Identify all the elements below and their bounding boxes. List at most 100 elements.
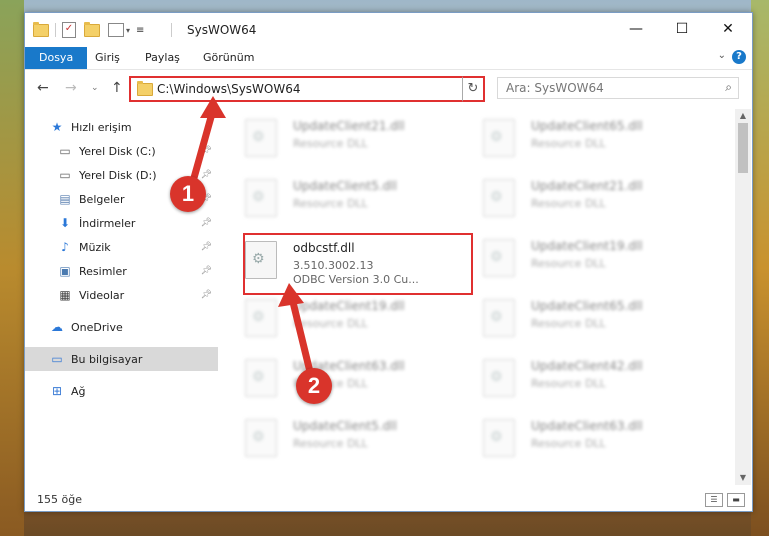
pin-icon[interactable]: 📌︎: [201, 242, 212, 252]
sidebar-item-this-pc[interactable]: ▭ Bu bilgisayar: [25, 347, 218, 371]
pin-icon[interactable]: 📌︎: [201, 146, 212, 156]
file-tile[interactable]: UpdateClient5.dll Resource DLL: [221, 413, 451, 465]
file-tile[interactable]: UpdateClient42.dll Resource DLL: [459, 353, 689, 405]
minimize-button[interactable]: —: [613, 17, 659, 41]
address-path: C:\Windows\SysWOW64: [157, 82, 301, 96]
download-icon: ⬇: [59, 216, 71, 230]
file-description: Resource DLL: [293, 197, 368, 210]
sidebar-item-local-disk-c[interactable]: ▭ Yerel Disk (C:) 📌︎: [25, 139, 218, 163]
dll-file-icon: [245, 119, 277, 157]
search-input[interactable]: Ara: SysWOW64 ⌕: [497, 77, 739, 99]
separator: [55, 23, 56, 37]
file-description: Resource DLL: [293, 437, 368, 450]
properties-check-icon[interactable]: ✓: [62, 22, 76, 38]
dll-file-icon: [483, 419, 515, 457]
back-button[interactable]: ←: [37, 80, 49, 96]
sidebar-item-network[interactable]: ⊞ Ağ: [25, 379, 218, 403]
vertical-scrollbar[interactable]: ▲ ▼: [735, 109, 751, 485]
highlight-box-file: [243, 233, 473, 295]
up-button[interactable]: ↑: [111, 80, 123, 96]
file-name: UpdateClient19.dll: [293, 299, 405, 313]
customize-icon[interactable]: [108, 23, 124, 37]
file-tile[interactable]: UpdateClient21.dll Resource DLL: [459, 173, 689, 225]
tab-home[interactable]: Giriş: [95, 47, 120, 69]
sidebar-item-downloads[interactable]: ⬇ İndirmeler 📌︎: [25, 211, 218, 235]
sidebar-item-onedrive[interactable]: ☁ OneDrive: [25, 315, 218, 339]
help-icon[interactable]: ?: [732, 50, 746, 64]
dll-file-icon: [245, 299, 277, 337]
network-icon: ⊞: [51, 384, 63, 398]
desktop-background-right: [751, 0, 769, 536]
sidebar-item-label: Yerel Disk (D:): [79, 168, 157, 182]
sidebar-item-label: Videolar: [79, 288, 125, 302]
sidebar-item-label: OneDrive: [71, 320, 123, 334]
scroll-thumb[interactable]: [738, 123, 748, 173]
file-tile[interactable]: UpdateClient63.dll Resource DLL: [459, 413, 689, 465]
file-tile[interactable]: UpdateClient21.dll Resource DLL: [221, 113, 451, 165]
dll-file-icon: [245, 419, 277, 457]
file-name: UpdateClient63.dll: [531, 419, 643, 433]
pin-icon[interactable]: 📌︎: [201, 290, 212, 300]
sidebar-item-label: İndirmeler: [79, 216, 136, 230]
file-tile[interactable]: UpdateClient19.dll Resource DLL: [221, 293, 451, 345]
dll-file-icon: [245, 359, 277, 397]
title-bar: ✓ ▾ ≡ SysWOW64 — ☐ ✕: [25, 13, 752, 47]
file-description: Resource DLL: [531, 317, 606, 330]
sidebar-item-quick-access[interactable]: ★ Hızlı erişim: [25, 115, 218, 139]
pin-icon[interactable]: 📌︎: [201, 218, 212, 228]
file-description: Resource DLL: [531, 257, 606, 270]
ribbon-tabs: Dosya Giriş Paylaş Görünüm ⌄ ?: [25, 47, 752, 70]
tab-share[interactable]: Paylaş: [145, 47, 180, 69]
qat-menu-icon[interactable]: ≡: [136, 25, 144, 36]
pin-icon[interactable]: 📌︎: [201, 170, 212, 180]
sidebar-item-music[interactable]: ♪ Müzik 📌︎: [25, 235, 218, 259]
file-description: Resource DLL: [293, 137, 368, 150]
cloud-icon: ☁: [51, 320, 63, 334]
address-bar[interactable]: C:\Windows\SysWOW64 ⌄: [129, 76, 485, 102]
file-tile[interactable]: UpdateClient5.dll Resource DLL: [221, 173, 451, 225]
file-name: UpdateClient5.dll: [293, 179, 397, 193]
file-tile[interactable]: UpdateClient65.dll Resource DLL: [459, 293, 689, 345]
drive-icon: ▭: [59, 168, 71, 182]
close-button[interactable]: ✕: [705, 17, 751, 41]
pin-icon[interactable]: 📌︎: [201, 266, 212, 276]
recent-locations-icon[interactable]: ⌄: [91, 83, 99, 93]
search-icon: ⌕: [725, 80, 732, 94]
refresh-button[interactable]: ↻: [462, 76, 485, 102]
file-tile[interactable]: UpdateClient65.dll Resource DLL: [459, 113, 689, 165]
tab-file[interactable]: Dosya: [25, 47, 88, 69]
sidebar-item-label: Bu bilgisayar: [71, 352, 143, 366]
file-name: UpdateClient65.dll: [531, 119, 643, 133]
forward-button[interactable]: →: [65, 80, 77, 96]
folder-icon: [33, 21, 49, 37]
scroll-down-icon[interactable]: ▼: [735, 471, 751, 485]
file-name: UpdateClient21.dll: [293, 119, 405, 133]
maximize-button[interactable]: ☐: [659, 17, 705, 41]
dropdown-arrow-icon[interactable]: ▾: [126, 26, 130, 35]
file-tile[interactable]: UpdateClient19.dll Resource DLL: [459, 233, 689, 285]
search-placeholder: Ara: SysWOW64: [506, 81, 604, 95]
large-icons-view-icon[interactable]: ▬: [727, 493, 745, 507]
new-folder-icon[interactable]: [84, 21, 100, 37]
status-bar: 155 öğe ☰ ▬: [25, 489, 752, 511]
computer-icon: ▭: [51, 352, 63, 366]
file-description: Resource DLL: [293, 317, 368, 330]
file-tile[interactable]: UpdateClient63.dll Resource DLL: [221, 353, 451, 405]
sidebar-item-label: Resimler: [79, 264, 127, 278]
scroll-up-icon[interactable]: ▲: [735, 109, 751, 123]
file-description: Resource DLL: [531, 137, 606, 150]
dll-file-icon: [483, 299, 515, 337]
sidebar-item-videos[interactable]: ▦ Videolar 📌︎: [25, 283, 218, 307]
desktop-background-left: [0, 0, 24, 536]
tab-view[interactable]: Görünüm: [203, 47, 254, 69]
details-view-icon[interactable]: ☰: [705, 493, 723, 507]
explorer-window: ✓ ▾ ≡ SysWOW64 — ☐ ✕ Dosya Giriş Paylaş …: [24, 12, 753, 512]
dll-file-icon: [245, 179, 277, 217]
folder-icon: [137, 81, 153, 96]
sidebar-item-pictures[interactable]: ▣ Resimler 📌︎: [25, 259, 218, 283]
expand-ribbon-icon[interactable]: ⌄: [718, 50, 726, 61]
music-icon: ♪: [61, 240, 69, 254]
file-description: Resource DLL: [531, 437, 606, 450]
navigation-bar: ← → ⌄ ↑ C:\Windows\SysWOW64 ⌄ ↻ Ara: Sys…: [25, 70, 752, 106]
dll-file-icon: [483, 239, 515, 277]
